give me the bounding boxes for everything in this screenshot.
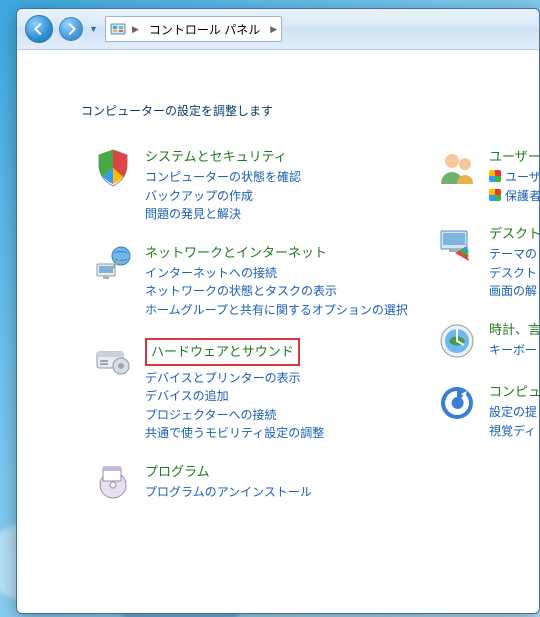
category: ユーザーユーザ保護者: [435, 146, 539, 205]
category-body: コンピュ設定の提視覚ディ: [489, 381, 539, 440]
breadcrumb-arrow[interactable]: ▶: [270, 24, 277, 35]
highlight-box: ハードウェアとサウンド: [145, 338, 300, 366]
category-body: 時計、言キーボー: [489, 319, 539, 363]
category: プログラムプログラムのアンインストール: [91, 461, 411, 505]
page-title: コンピューターの設定を調整します: [81, 102, 273, 119]
nav-back-button[interactable]: [25, 15, 53, 43]
category-body: ユーザーユーザ保護者: [489, 146, 539, 205]
control-panel-icon: [110, 21, 126, 37]
appearance-icon: [435, 223, 479, 267]
task-link[interactable]: ホームグループと共有に関するオプションの選択: [145, 301, 408, 320]
category-body: デスクトテーマのデスクト画面の解: [489, 223, 539, 301]
shield-icon: [91, 146, 135, 190]
address-bar[interactable]: ▶ コントロール パネル ▶: [105, 16, 282, 42]
left-column: システムとセキュリティコンピューターの状態を確認バックアップの作成問題の発見と解…: [91, 146, 411, 523]
category: システムとセキュリティコンピューターの状態を確認バックアップの作成問題の発見と解…: [91, 146, 411, 224]
control-panel-window: ▼ ▶ コントロール パネル ▶ コンピューターの設定を調整します システムとセ…: [16, 8, 540, 614]
arrow-left-icon: [33, 23, 45, 35]
category-link[interactable]: コンピュ: [489, 381, 539, 400]
hardware-icon: [91, 338, 135, 382]
category: 時計、言キーボー: [435, 319, 539, 363]
task-link[interactable]: キーボー: [489, 341, 539, 360]
task-link[interactable]: コンピューターの状態を確認: [145, 168, 301, 187]
category-body: ハードウェアとサウンドデバイスとプリンターの表示デバイスの追加プロジェクターへの…: [145, 338, 324, 443]
category-body: システムとセキュリティコンピューターの状態を確認バックアップの作成問題の発見と解…: [145, 146, 301, 224]
category-link[interactable]: デスクト: [489, 223, 539, 242]
category-link[interactable]: ハードウェアとサウンド: [151, 341, 294, 360]
task-link[interactable]: テーマの: [489, 245, 539, 264]
task-link[interactable]: プロジェクターへの接続: [145, 406, 324, 425]
category-link[interactable]: ネットワークとインターネット: [145, 242, 327, 261]
category: デスクトテーマのデスクト画面の解: [435, 223, 539, 301]
clock-icon: [435, 319, 479, 363]
task-link[interactable]: インターネットへの接続: [145, 264, 408, 283]
task-link[interactable]: 設定の提: [489, 403, 539, 422]
nav-history-dropdown[interactable]: ▼: [89, 24, 99, 34]
task-link[interactable]: 視覚ディ: [489, 422, 539, 441]
category: コンピュ設定の提視覚ディ: [435, 381, 539, 440]
task-link[interactable]: ネットワークの状態とタスクの表示: [145, 282, 408, 301]
task-link[interactable]: プログラムのアンインストール: [145, 483, 312, 502]
task-link[interactable]: バックアップの作成: [145, 187, 301, 206]
category: ネットワークとインターネットインターネットへの接続ネットワークの状態とタスクの表…: [91, 242, 411, 320]
task-link[interactable]: 問題の発見と解決: [145, 205, 301, 224]
users-icon: [435, 146, 479, 190]
nav-forward-button[interactable]: [59, 17, 83, 41]
category-link[interactable]: システムとセキュリティ: [145, 146, 287, 165]
category-link[interactable]: 時計、言: [489, 319, 539, 338]
category-body: ネットワークとインターネットインターネットへの接続ネットワークの状態とタスクの表…: [145, 242, 408, 320]
task-link[interactable]: 画面の解: [489, 282, 539, 301]
category-link[interactable]: プログラム: [145, 461, 210, 480]
network-icon: [91, 242, 135, 286]
programs-icon: [91, 461, 135, 505]
task-link[interactable]: デバイスの追加: [145, 387, 324, 406]
arrow-right-icon: [65, 23, 77, 35]
client-area: コンピューターの設定を調整します システムとセキュリティコンピューターの状態を確…: [17, 50, 539, 613]
breadcrumb-control-panel[interactable]: コントロール パネル: [145, 19, 264, 40]
right-column: ユーザーユーザ保護者デスクトテーマのデスクト画面の解時計、言キーボーコンピュ設定…: [435, 146, 539, 458]
task-link[interactable]: 共通で使うモビリティ設定の調整: [145, 424, 324, 443]
category: ハードウェアとサウンドデバイスとプリンターの表示デバイスの追加プロジェクターへの…: [91, 338, 411, 443]
task-link[interactable]: ユーザ: [489, 168, 539, 187]
ease-icon: [435, 381, 479, 425]
task-link[interactable]: デスクト: [489, 264, 539, 283]
category-link[interactable]: ユーザー: [489, 146, 539, 165]
category-body: プログラムプログラムのアンインストール: [145, 461, 312, 505]
titlebar: ▼ ▶ コントロール パネル ▶: [17, 9, 539, 50]
breadcrumb-arrow[interactable]: ▶: [132, 24, 139, 35]
task-link[interactable]: 保護者: [489, 187, 539, 206]
task-link[interactable]: デバイスとプリンターの表示: [145, 369, 324, 388]
